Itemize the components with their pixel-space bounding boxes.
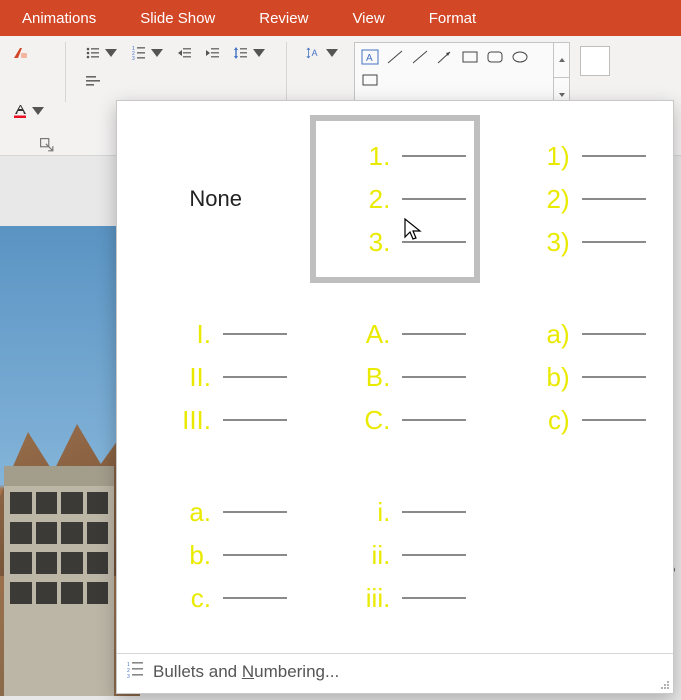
line-placeholder (402, 419, 466, 421)
line-placeholder (223, 376, 287, 378)
numbering-label: c. (175, 583, 211, 614)
numbering-tile-alpha-lower[interactable]: a. b. c. (131, 471, 300, 639)
numbering-label: III. (175, 405, 211, 436)
numbering-gallery: None 1. 2. 3. 1) 2) 3) I. II. III. A. B.… (116, 100, 674, 694)
ribbon-tabs: Animations Slide Show Review View Format (0, 0, 681, 36)
group-separator (286, 42, 287, 102)
numbering-label: iii. (354, 583, 390, 614)
numbering-tile-1-period[interactable]: 1. 2. 3. (310, 115, 479, 283)
line-placeholder (402, 333, 466, 335)
text-direction-button[interactable]: A (302, 42, 344, 64)
shape-text-box[interactable]: A (359, 47, 381, 67)
numbering-button[interactable]: 123 (127, 42, 169, 64)
tab-review[interactable]: Review (237, 0, 330, 36)
numbering-label: I. (175, 319, 211, 350)
resize-grip-icon[interactable] (658, 678, 670, 690)
bullets-button[interactable] (81, 42, 123, 64)
shape-line[interactable] (384, 47, 406, 67)
line-placeholder (582, 419, 646, 421)
numbering-label: a) (534, 319, 570, 350)
bullets-numbering-button[interactable]: 123 Bullets and Numbering... (117, 653, 673, 693)
line-placeholder (223, 554, 287, 556)
numbering-label: 2) (534, 184, 570, 215)
numbered-list-icon: 123 (127, 660, 145, 683)
numbering-label: 3. (354, 227, 390, 258)
line-placeholder (582, 198, 646, 200)
group-separator (65, 42, 66, 102)
numbering-tile-alpha-lower-paren[interactable]: a) b) c) (490, 293, 659, 461)
line-placeholder (223, 511, 287, 513)
numbering-label: 2. (354, 184, 390, 215)
shape-styles-preview[interactable] (580, 46, 610, 76)
numbering-label: 3) (534, 227, 570, 258)
numbering-tile-roman-upper[interactable]: I. II. III. (131, 293, 300, 461)
tab-view[interactable]: View (330, 0, 406, 36)
line-placeholder (402, 511, 466, 513)
numbering-label: b. (175, 540, 211, 571)
line-placeholder (223, 419, 287, 421)
numbering-label: 1) (534, 141, 570, 172)
shapes-gallery[interactable]: A (354, 42, 554, 102)
line-placeholder (223, 597, 287, 599)
clear-formatting-button[interactable] (8, 42, 32, 64)
line-placeholder (582, 155, 646, 157)
numbering-label: II. (175, 362, 211, 393)
line-placeholder (582, 333, 646, 335)
decrease-indent-button[interactable] (173, 42, 197, 64)
numbering-label: i. (354, 497, 390, 528)
numbering-label: B. (354, 362, 390, 393)
svg-text:A: A (312, 48, 318, 58)
line-placeholder (402, 155, 466, 157)
line-placeholder (402, 554, 466, 556)
tab-animations[interactable]: Animations (0, 0, 118, 36)
numbering-label: c) (534, 405, 570, 436)
line-placeholder (402, 597, 466, 599)
line-placeholder (582, 241, 646, 243)
numbering-label: 1. (354, 141, 390, 172)
numbering-grid: None 1. 2. 3. 1) 2) 3) I. II. III. A. B.… (117, 101, 673, 653)
font-color-button[interactable] (8, 100, 50, 122)
tab-slide-show[interactable]: Slide Show (118, 0, 237, 36)
line-placeholder (582, 376, 646, 378)
shape-rounded-rect[interactable] (484, 47, 506, 67)
numbering-label: b) (534, 362, 570, 393)
svg-text:A: A (366, 53, 373, 64)
line-spacing-button[interactable] (229, 42, 271, 64)
line-placeholder (223, 333, 287, 335)
shape-line[interactable] (409, 47, 431, 67)
numbering-label: ii. (354, 540, 390, 571)
shape-rectangle[interactable] (359, 70, 381, 90)
align-left-button[interactable] (81, 70, 105, 92)
numbering-label: A. (354, 319, 390, 350)
numbering-tile-roman-lower[interactable]: i. ii. iii. (310, 471, 479, 639)
svg-text:3: 3 (132, 56, 135, 61)
shape-ellipse[interactable] (509, 47, 531, 67)
numbering-tile-alpha-upper[interactable]: A. B. C. (310, 293, 479, 461)
shapes-scroll-up[interactable] (554, 42, 570, 78)
line-placeholder (402, 198, 466, 200)
bullets-numbering-label: Bullets and Numbering... (153, 662, 339, 682)
line-placeholder (402, 241, 466, 243)
numbering-label: C. (354, 405, 390, 436)
shape-arrow[interactable] (434, 47, 456, 67)
shape-rectangle[interactable] (459, 47, 481, 67)
numbering-tile-none[interactable]: None (131, 115, 300, 283)
numbering-label: a. (175, 497, 211, 528)
tab-format[interactable]: Format (407, 0, 499, 36)
increase-indent-button[interactable] (201, 42, 225, 64)
line-placeholder (402, 376, 466, 378)
dialog-launcher-icon[interactable] (40, 138, 54, 152)
numbering-tile-1-paren[interactable]: 1) 2) 3) (490, 115, 659, 283)
svg-text:3: 3 (127, 674, 130, 678)
